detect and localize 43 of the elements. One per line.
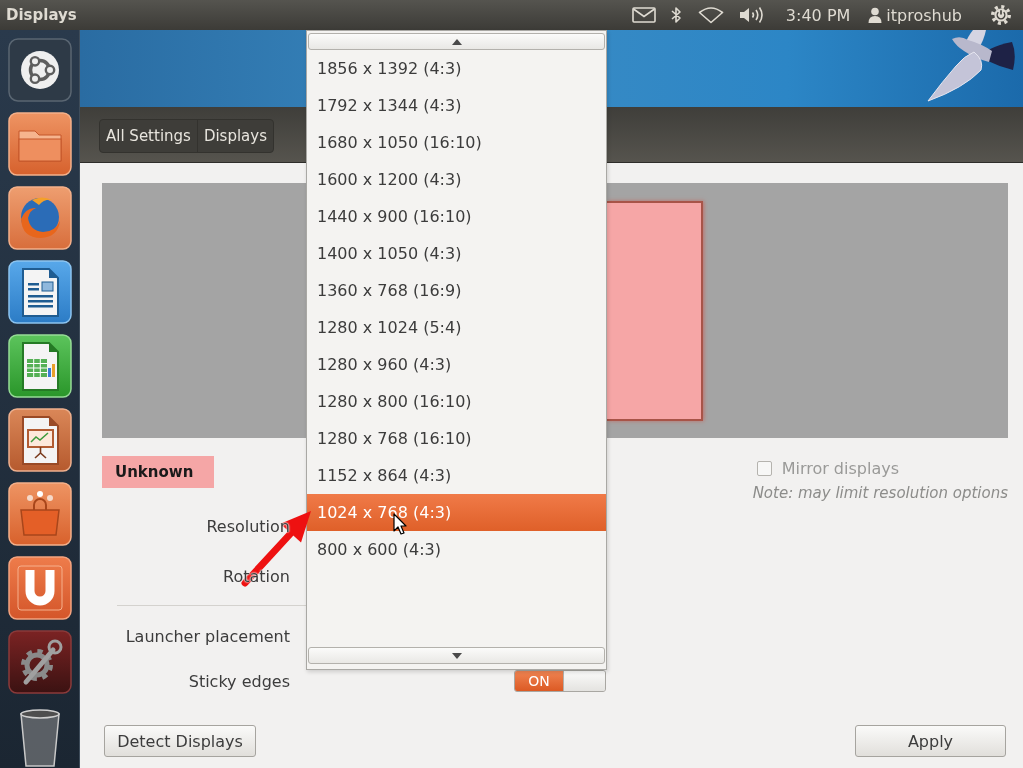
monitor-preview[interactable] (607, 201, 703, 421)
menu-item[interactable]: 1360 x 768 (16:9) (307, 272, 606, 309)
setting-label: Launcher placement (125, 626, 290, 646)
bluetooth-icon[interactable] (669, 6, 682, 24)
menu-item[interactable]: 800 x 600 (4:3) (307, 531, 606, 568)
spreadsheet-icon[interactable] (7, 334, 72, 398)
wifi-icon[interactable] (697, 6, 724, 24)
volume-icon[interactable] (738, 6, 765, 24)
letter-u-icon[interactable] (7, 556, 72, 620)
menu-item[interactable]: 1856 x 1392 (4:3) (307, 50, 606, 87)
menu-item[interactable]: 1600 x 1200 (4:3) (307, 161, 606, 198)
menu-item[interactable]: 1280 x 800 (16:10) (307, 383, 606, 420)
menu-item[interactable]: 1280 x 1024 (5:4) (307, 309, 606, 346)
menu-item[interactable]: 1280 x 768 (16:10) (307, 420, 606, 457)
display-name-label: Unknown (102, 456, 214, 488)
note-text: Note: may limit resolution options (752, 483, 1008, 504)
globe-icon[interactable] (7, 186, 72, 250)
apply-button[interactable]: Apply (855, 725, 1006, 757)
user-icon[interactable] (868, 7, 883, 23)
settings-icon[interactable] (7, 630, 72, 694)
folder-icon[interactable] (7, 112, 72, 176)
breadcrumb-button[interactable]: Displays (196, 120, 273, 152)
window-title: Displays (6, 6, 77, 24)
mail-icon[interactable] (631, 7, 656, 23)
detect-displays-button[interactable]: Detect Displays (104, 725, 256, 757)
menu-item[interactable]: 1792 x 1344 (4:3) (307, 87, 606, 124)
caret-up-icon (451, 38, 462, 45)
logo-icon[interactable] (7, 38, 72, 102)
setting-label: Sticky edges (188, 671, 290, 691)
presentation-icon[interactable] (7, 408, 72, 472)
menu-item[interactable]: 1440 x 900 (16:10) (307, 198, 606, 235)
menu-item[interactable]: 1152 x 864 (4:3) (307, 457, 606, 494)
menu-item[interactable]: 1280 x 960 (4:3) (307, 346, 606, 383)
menu-item[interactable]: 1680 x 1050 (16:10) (307, 124, 606, 161)
caret-down-icon (451, 652, 462, 659)
shopping-bag-icon[interactable] (7, 482, 72, 546)
menu-item[interactable]: 1400 x 1050 (4:3) (307, 235, 606, 272)
gear-icon[interactable] (990, 4, 1012, 26)
mirror-displays-label: Mirror displays (781, 458, 899, 478)
user-name[interactable]: itproshub (886, 5, 962, 25)
document-icon[interactable] (7, 260, 72, 324)
clock[interactable]: 3:40 PM (785, 5, 851, 25)
breadcrumb-button[interactable]: All Settings (100, 120, 197, 152)
